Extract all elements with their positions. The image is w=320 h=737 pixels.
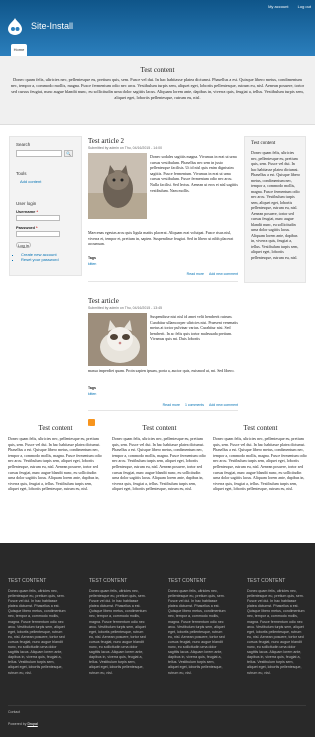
password-field[interactable] [16, 231, 60, 237]
triptych-first: Test content Donec quam felis, ultricies… [8, 424, 103, 492]
add-content-link[interactable]: Add content [16, 179, 76, 184]
search-button[interactable]: 🔍 [64, 150, 73, 157]
article-submitted: Submitted by admin on Thu, 04/16/2015 - … [88, 146, 163, 150]
sidebar-block-text: Donec quam felis, ultricies nec, pellent… [251, 150, 300, 260]
footer-column-title: TEST CONTENT [89, 578, 128, 584]
search-input[interactable] [16, 150, 62, 157]
tools-block: Tools Add content [16, 171, 76, 184]
drupal-logo-icon[interactable] [7, 18, 23, 35]
username-label: Username * [16, 209, 39, 214]
article-side-text: Donec sodales sagittis magna. Vivamus in… [150, 154, 238, 193]
tags-label: Tags [88, 256, 96, 260]
read-more-link[interactable]: Read more [163, 403, 180, 407]
footer-column-title: TEST CONTENT [247, 578, 286, 584]
footer-column: TEST CONTENT Donec quam felis, ultricies… [8, 578, 66, 676]
footer-column-text: Donec quam felis, ultricies nec, pellent… [8, 589, 66, 675]
article-teaser: Test article Submitted by admin on Thu, … [88, 297, 238, 310]
my-account-link[interactable]: My account [268, 4, 288, 9]
add-comment-link[interactable]: Add new comment [209, 403, 238, 407]
read-more-link[interactable]: Read more [187, 272, 204, 276]
password-label: Password * [16, 225, 38, 230]
user-login-title: User login [16, 201, 37, 206]
article-links: Read more 1 comments Add new comment [158, 403, 238, 407]
featured-region: Test content Donec quam felis, ultricies… [0, 56, 315, 125]
triptych-text: Donec quam felis, ultricies nec, pellent… [112, 436, 206, 492]
triptych-middle: Test content Donec quam felis, ultricies… [112, 424, 207, 492]
footer-column-text: Donec quam felis, ultricies nec, pellent… [247, 589, 305, 675]
contact-link[interactable]: Contact [8, 710, 20, 714]
article-links: Read more Add new comment [182, 272, 238, 276]
sidebar-second: Test content Donec quam felis, ultricies… [244, 136, 306, 283]
footer-column: TEST CONTENT Donec quam felis, ultricies… [247, 578, 305, 676]
triptych-title: Test content [38, 424, 73, 432]
triptych-title: Test content [243, 424, 278, 432]
kitten-image[interactable] [88, 313, 147, 366]
sidebar-block-title: Test content [251, 141, 276, 146]
tab-home[interactable]: Home [11, 44, 27, 56]
article-title[interactable]: Test article [88, 297, 238, 305]
divider [88, 281, 238, 282]
drupal-link[interactable]: Drupal [27, 722, 37, 726]
user-links: Create new account Reset your password [16, 252, 76, 262]
triptych-text: Donec quam felis, ultricies nec, pellent… [8, 436, 102, 492]
triptych-title: Test content [142, 424, 177, 432]
footer-column: TEST CONTENT Donec quam felis, ultricies… [89, 578, 147, 676]
triptych-last: Test content Donec quam felis, ultricies… [213, 424, 308, 492]
article-submitted: Submitted by admin on Thu, 04/16/2015 - … [88, 306, 163, 310]
article-side-text: Suspendisse nisi nisl id amet velit hend… [150, 314, 238, 342]
tag-link[interactable]: kitten [88, 392, 96, 396]
footer-column-title: TEST CONTENT [8, 578, 47, 584]
log-out-link[interactable]: Log out [298, 4, 311, 9]
footer-divider [8, 705, 306, 706]
reset-password-link[interactable]: Reset your password [21, 257, 76, 262]
triptych-text: Donec quam felis, ultricies nec, pellent… [213, 436, 307, 492]
login-button[interactable]: Log in [16, 242, 31, 248]
kitten-image[interactable] [88, 153, 147, 219]
tag-link[interactable]: kitten [88, 262, 96, 266]
user-login-block: User login Username * Password * Log in … [16, 201, 76, 262]
footer-column: TEST CONTENT Donec quam felis, ultricies… [168, 578, 226, 676]
add-comment-link[interactable]: Add new comment [209, 272, 238, 276]
search-block: Search 🔍 [16, 142, 76, 157]
featured-title: Test content [140, 66, 175, 74]
search-block-title: Search [16, 142, 31, 147]
tools-block-title: Tools [16, 171, 27, 176]
featured-text: Donec quam felis, ultricies nec, pellent… [10, 77, 305, 101]
footer-column-text: Donec quam felis, ultricies nec, pellent… [168, 589, 226, 675]
tags-label: Tags [88, 386, 96, 390]
username-field[interactable] [16, 215, 60, 221]
site-header: Site-Install My account Log out Home [0, 0, 315, 56]
divider [88, 410, 238, 411]
powered-by: Powered by Drupal [8, 722, 38, 726]
comments-link[interactable]: 1 comments [185, 403, 204, 407]
article-body: Maecenas egestas arcu quis ligula mattis… [88, 230, 234, 247]
footer-column-title: TEST CONTENT [168, 578, 207, 584]
site-name[interactable]: Site-Install [31, 21, 73, 31]
sidebar-first: Search 🔍 Tools Add content User login Us… [9, 136, 82, 276]
article-title[interactable]: Test article 2 [88, 137, 238, 145]
secondary-menu: My account Log out [260, 4, 311, 9]
footer-column-text: Donec quam felis, ultricies nec, pellent… [89, 589, 147, 675]
article-teaser: Test article 2 Submitted by admin on Thu… [88, 137, 238, 150]
article-body: massa imperdiet quam. Proin sapien ipsum… [88, 368, 235, 373]
